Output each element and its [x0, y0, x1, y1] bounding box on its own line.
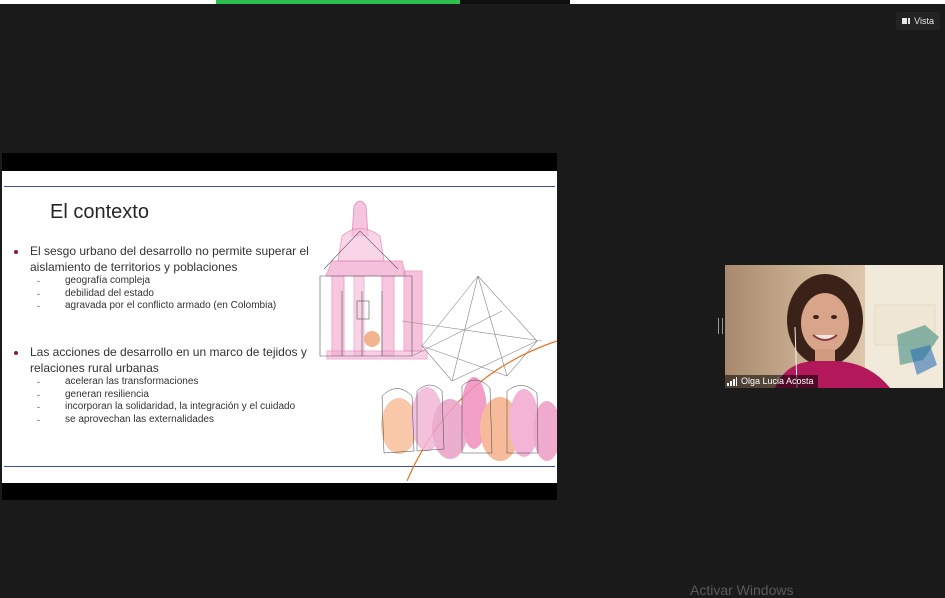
tile-resize-handle[interactable] — [718, 318, 723, 334]
windows-activation-watermark: Activar Windows — [690, 582, 794, 598]
sub-item: debilidad del estado — [37, 288, 322, 301]
bullet-group-2: Las acciones de desarrollo en un marco d… — [12, 344, 322, 426]
sub-list: aceleran las transformaciones generan re… — [12, 376, 322, 426]
sub-list: geografía compleja debilidad del estado … — [12, 275, 322, 313]
view-layout-icon — [902, 18, 911, 24]
slide-title: El contexto — [50, 201, 149, 223]
bullet-text: El sesgo urbano del desarrollo no permit… — [12, 243, 322, 275]
bullet-text: Las acciones de desarrollo en un marco d… — [12, 344, 322, 376]
sub-item: aceleran las transformaciones — [37, 376, 322, 389]
sub-item: incorporan la solidaridad, la integració… — [37, 401, 322, 414]
participant-name-tag: Olga Lucia Acosta — [725, 375, 818, 388]
shared-screen[interactable]: El contexto El sesgo urbano del desarrol… — [2, 153, 557, 500]
top-edge-bar-right — [570, 0, 945, 4]
line-structure-sketch — [401, 275, 543, 382]
crowd-sketch — [381, 377, 557, 461]
signal-bars-icon — [727, 376, 737, 386]
bullet-group-1: El sesgo urbano del desarrollo no permit… — [12, 243, 322, 313]
sub-item: agravada por el conflicto armado (en Col… — [37, 300, 322, 313]
slide-top-rule — [4, 186, 555, 187]
screen-share-indicator-active — [216, 0, 460, 4]
presentation-slide: El contexto El sesgo urbano del desarrol… — [2, 171, 557, 483]
participant-video-tile[interactable]: Olga Lucia Acosta — [725, 265, 943, 388]
orange-dot — [364, 331, 380, 347]
sub-item: generan resiliencia — [37, 389, 322, 402]
view-button[interactable]: Vista — [896, 12, 940, 30]
participant-video — [725, 265, 943, 388]
slide-illustration — [319, 200, 557, 481]
top-edge-bar-left — [0, 0, 216, 4]
view-button-label: Vista — [914, 16, 934, 26]
sub-item: se aprovechan las externalidades — [37, 414, 322, 427]
sub-item: geografía compleja — [37, 275, 322, 288]
participant-name: Olga Lucia Acosta — [741, 376, 814, 386]
